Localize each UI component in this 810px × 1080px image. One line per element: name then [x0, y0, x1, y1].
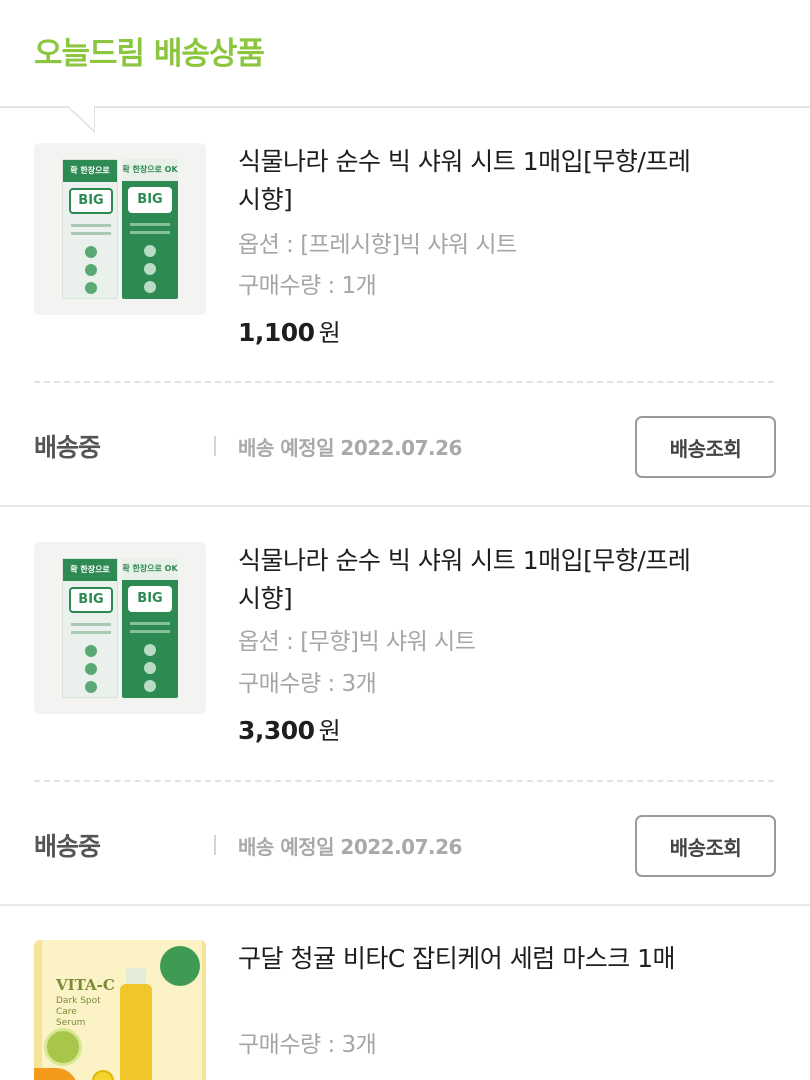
page-header: 오늘드림 배송상품	[0, 0, 810, 133]
product-pack-image: 확 한장으로 OK BIG	[122, 558, 178, 698]
dashed-divider	[34, 780, 774, 782]
pack-dot	[85, 681, 97, 693]
product-name[interactable]: 식물나라 순수 빅 샤워 시트 1매입[무향/프레시향]	[238, 143, 698, 219]
pack-dot	[85, 246, 97, 258]
delivery-status: 배송중	[34, 832, 101, 861]
pack-dot	[144, 680, 156, 692]
status-separator	[214, 436, 216, 456]
pack-top-text: 확 한장으로 OK	[63, 559, 117, 596]
product-thumbnail[interactable]: VITA-C Dark Spot Care Serum	[34, 940, 206, 1080]
price-value: 3,300	[238, 716, 315, 745]
pack-line	[130, 231, 170, 234]
pack-dot	[144, 281, 156, 293]
pack-dot	[85, 282, 97, 294]
price-value: 1,100	[238, 318, 315, 347]
section-divider	[0, 505, 810, 507]
pack-line	[130, 622, 170, 625]
product-thumbnail[interactable]: 확 한장으로 OK BIG 확 한장으로 OK BIG	[34, 542, 206, 714]
pack-line	[71, 232, 111, 235]
pack-line	[71, 631, 111, 634]
pack-dot	[144, 263, 156, 275]
track-delivery-button[interactable]: 배송조회	[635, 815, 776, 877]
price-unit: 원	[318, 717, 341, 745]
delivery-eta: 배송 예정일 2022.07.26	[238, 436, 462, 460]
header-divider	[0, 106, 810, 108]
product-thumbnail[interactable]: 확 한장으로 OK BIG 확 한장으로 OK BIG	[34, 143, 206, 315]
product-price: 1,100 원	[238, 313, 341, 348]
pack-dot	[144, 245, 156, 257]
pack-line	[71, 224, 111, 227]
serum-bottle	[120, 984, 152, 1080]
delivery-eta: 배송 예정일 2022.07.26	[238, 835, 462, 859]
pack-line	[71, 623, 111, 626]
vegan-badge-icon	[160, 946, 200, 986]
status-separator	[214, 835, 216, 855]
pack-top-text: 확 한장으로 OK	[63, 160, 117, 197]
page-title: 오늘드림 배송상품	[34, 36, 265, 72]
product-quantity: 구매수량 : 1개	[238, 273, 377, 299]
product-option: 옵션 : [무향]빅 샤워 시트	[238, 629, 476, 655]
pack-dot	[85, 645, 97, 657]
pack-badge: BIG	[69, 188, 113, 214]
pack-dot	[144, 662, 156, 674]
product-pack-image: 확 한장으로 OK BIG	[62, 558, 118, 698]
pack-top-text: 확 한장으로 OK	[122, 159, 178, 181]
section-divider	[0, 904, 810, 906]
delivery-status-row: 배송중 배송 예정일 2022.07.26 배송조회	[0, 815, 810, 877]
pack-line	[130, 630, 170, 633]
product-pack-image: 확 한장으로 OK BIG	[62, 159, 118, 299]
delivery-status-row: 배송중 배송 예정일 2022.07.26 배송조회	[0, 416, 810, 478]
pack-line	[130, 223, 170, 226]
pack-dot	[85, 663, 97, 675]
pack-badge: BIG	[128, 586, 172, 612]
product-price: 3,300 원	[238, 711, 341, 746]
product-quantity: 구매수량 : 3개	[238, 671, 377, 697]
product-option: 옵션 : [프레시향]빅 샤워 시트	[238, 232, 517, 258]
product-name[interactable]: 구달 청귤 비타C 잡티케어 세럼 마스크 1매	[238, 940, 698, 978]
product-name[interactable]: 식물나라 순수 빅 샤워 시트 1매입[무향/프레시향]	[238, 542, 698, 618]
pack-dot	[144, 644, 156, 656]
pack-dot	[85, 264, 97, 276]
pack-badge: BIG	[128, 187, 172, 213]
price-unit: 원	[318, 319, 341, 347]
mask-brand-text: VITA-C	[56, 976, 115, 994]
product-quantity: 구매수량 : 3개	[238, 1032, 377, 1058]
pack-badge: BIG	[69, 587, 113, 613]
track-delivery-button[interactable]: 배송조회	[635, 416, 776, 478]
mask-sub-text: Dark Spot Care Serum	[56, 996, 101, 1028]
product-pack-image: 확 한장으로 OK BIG	[122, 159, 178, 299]
pack-top-text: 확 한장으로 OK	[122, 558, 178, 580]
delivery-status: 배송중	[34, 433, 101, 462]
dashed-divider	[34, 381, 774, 383]
lime-illustration	[44, 1028, 82, 1066]
